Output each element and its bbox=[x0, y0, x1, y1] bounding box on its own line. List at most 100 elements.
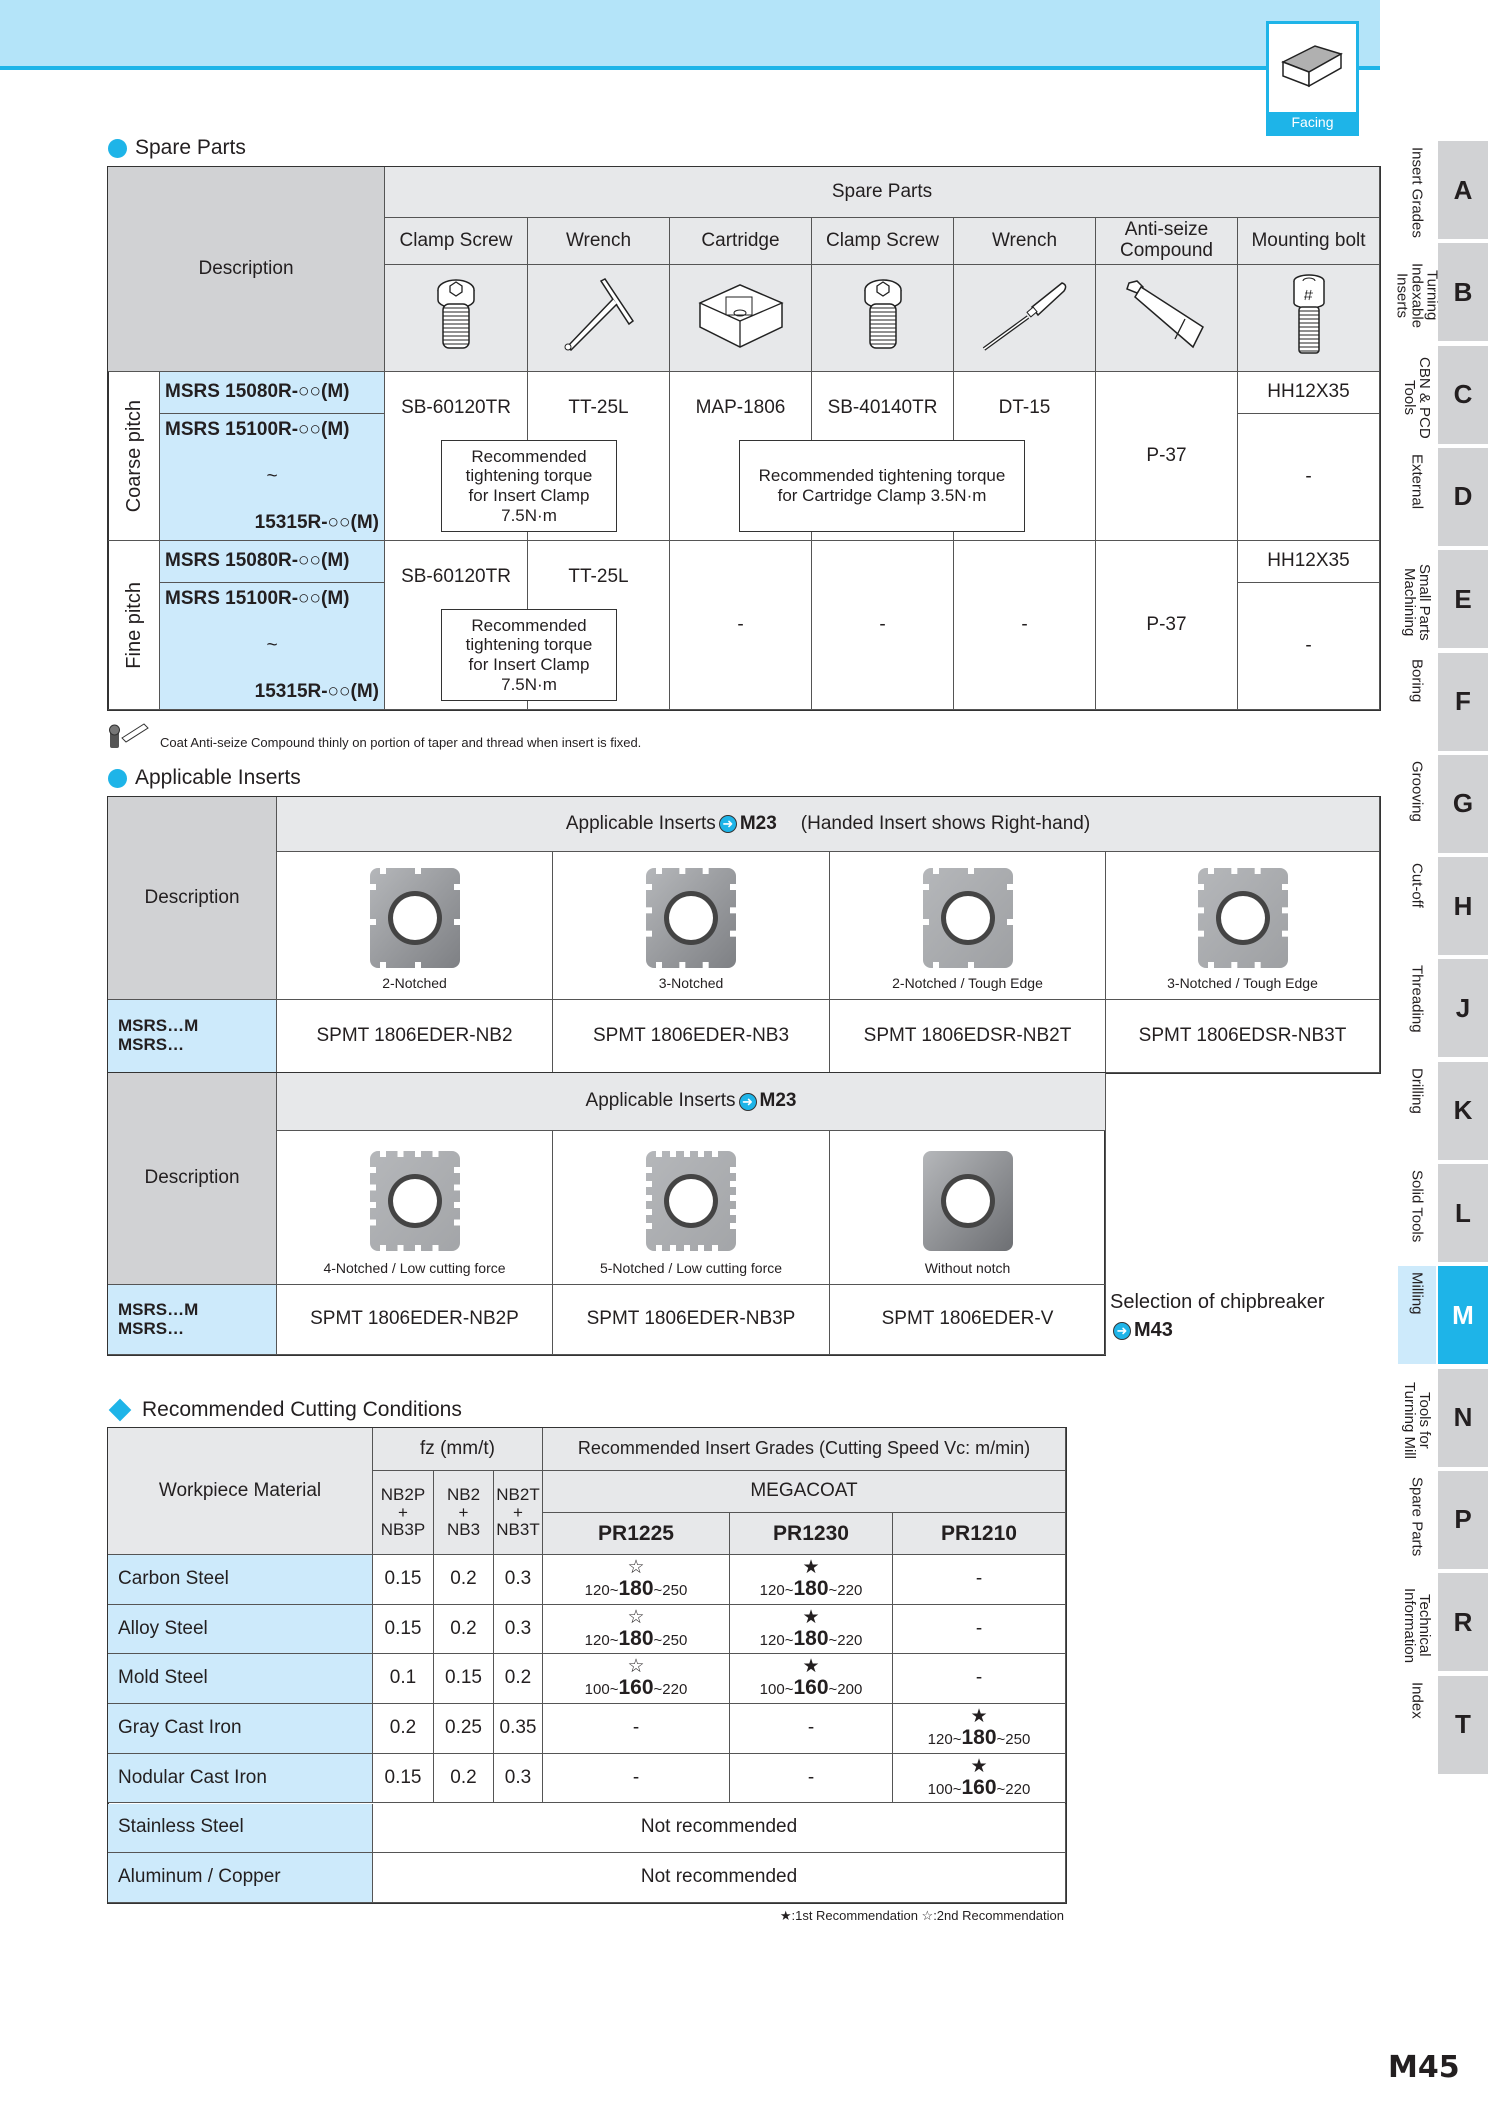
insert-image-cell: Without notch bbox=[830, 1131, 1106, 1285]
grade-value: - bbox=[730, 1753, 893, 1804]
coating-header: MEGACOAT bbox=[543, 1471, 1066, 1513]
holder-name: MSRS…M bbox=[118, 1016, 199, 1036]
fz-header-label: fz (mm/t) bbox=[420, 1437, 495, 1459]
star-outline-icon: ☆ bbox=[627, 1606, 645, 1628]
grade-header: PR1225 bbox=[543, 1513, 730, 1555]
grade-header: PR1210 bbox=[893, 1513, 1066, 1555]
insert-code-text: SPMT 1806EDSR-NB2T bbox=[863, 1024, 1072, 1046]
grade-value-text: - bbox=[632, 1716, 640, 1738]
side-tab-k[interactable]: Drilling K bbox=[1398, 1061, 1488, 1160]
insert-torque-note: Recommended tightening torque for Insert C… bbox=[441, 609, 617, 701]
fz-value-text: 0.15 bbox=[384, 1766, 422, 1788]
grade-name: PR1225 bbox=[598, 1521, 674, 1545]
compound-value: P-37 bbox=[1096, 372, 1238, 541]
material-name: Stainless Steel bbox=[118, 1816, 244, 1838]
side-tab-h[interactable]: Cut-off H bbox=[1398, 857, 1488, 956]
insert-code-text: SPMT 1806EDER-NB2 bbox=[316, 1024, 513, 1046]
side-tab-letter: C bbox=[1438, 345, 1488, 444]
side-tab-l[interactable]: Solid Tools L bbox=[1398, 1164, 1488, 1262]
cutting-speed: 120~180~250 bbox=[584, 1626, 688, 1650]
part-value: - bbox=[954, 541, 1096, 710]
insert-photo bbox=[367, 866, 462, 970]
screwdriver-icon bbox=[980, 277, 1070, 359]
material-row-label: Mold Steel bbox=[108, 1654, 373, 1705]
column-image bbox=[528, 265, 670, 372]
star-filled-icon: ★ bbox=[802, 1556, 820, 1578]
insert-caption: Without notch bbox=[924, 1259, 1011, 1276]
side-tab-g[interactable]: Grooving G bbox=[1398, 754, 1488, 853]
fz-value-text: 0.2 bbox=[450, 1766, 477, 1788]
side-tab-letter: E bbox=[1438, 550, 1488, 649]
material-name: Nodular Cast Iron bbox=[118, 1766, 267, 1788]
side-tab-letter: A bbox=[1438, 141, 1488, 239]
holder-name: MSRS…M bbox=[118, 1299, 199, 1319]
header-band bbox=[0, 0, 1380, 66]
part-code: DT-15 bbox=[998, 397, 1051, 418]
side-tab-f[interactable]: Boring F bbox=[1398, 652, 1488, 751]
material-row-label: Carbon Steel bbox=[108, 1555, 373, 1605]
side-tab-label: Technical Information bbox=[1401, 1587, 1433, 1663]
page-number: M45 bbox=[1388, 2050, 1460, 2085]
arrow-right-icon: ➜ bbox=[718, 815, 737, 833]
grade-value: ☆ 120~180~250 bbox=[543, 1555, 730, 1605]
fz-value-text: 0.15 bbox=[384, 1617, 422, 1639]
part-code: SB-60120TR bbox=[401, 397, 511, 418]
mounting-bolt-icon bbox=[1289, 273, 1329, 363]
column-header: Clamp Screw bbox=[385, 218, 528, 265]
side-tab-label: Turning Indexable Inserts bbox=[1393, 262, 1441, 328]
page-ref[interactable]: M23 bbox=[740, 813, 777, 835]
part-code: SB-60120TR bbox=[401, 566, 511, 587]
column-header-label: Anti-seize Compound bbox=[1120, 219, 1213, 261]
not-recommended-text: Not recommended bbox=[640, 1866, 798, 1888]
grade-value: - bbox=[543, 1753, 730, 1804]
side-tab-e[interactable]: Small Parts Machining E bbox=[1398, 550, 1488, 649]
torque-line: tightening torque bbox=[465, 635, 593, 655]
side-tab-p[interactable]: Spare Parts P bbox=[1398, 1470, 1488, 1569]
torque-line: for Insert Clamp bbox=[468, 655, 590, 674]
side-tab-label: Solid Tools bbox=[1408, 1170, 1426, 1243]
column-image bbox=[670, 265, 812, 372]
page-ref[interactable]: M43 bbox=[1134, 1319, 1173, 1341]
holder-name: MSRS… bbox=[118, 1318, 185, 1338]
grade-value-text: - bbox=[632, 1766, 640, 1788]
insert-code: SPMT 1806EDER-V bbox=[830, 1285, 1106, 1355]
star-outline-icon: ☆ bbox=[627, 1556, 645, 1578]
side-tab-c[interactable]: CBN & PCD Tools C bbox=[1398, 345, 1488, 444]
side-tab-b[interactable]: Turning Indexable Inserts B bbox=[1393, 243, 1488, 342]
side-tab-letter: K bbox=[1438, 1061, 1488, 1160]
side-tab-t[interactable]: Index T bbox=[1398, 1675, 1488, 1774]
material-header: Workpiece Material bbox=[108, 1428, 373, 1555]
grade-value: ★ 100~160~200 bbox=[730, 1654, 893, 1705]
column-image bbox=[1238, 265, 1380, 372]
side-tab-a[interactable]: Insert Grades A bbox=[1398, 141, 1488, 239]
fz-value-text: 0.15 bbox=[445, 1667, 482, 1689]
column-header: Anti-seize Compound bbox=[1096, 218, 1238, 265]
side-tab-label: Spare Parts bbox=[1408, 1476, 1426, 1557]
grade-value-text: - bbox=[975, 1567, 983, 1589]
grade-value: - bbox=[893, 1604, 1066, 1655]
side-tab-r[interactable]: Technical Information R bbox=[1398, 1573, 1488, 1672]
side-tab-d[interactable]: External D bbox=[1398, 447, 1488, 546]
side-tab-j[interactable]: Threading J bbox=[1398, 959, 1488, 1058]
fz-subheader-line: NB3T bbox=[496, 1520, 540, 1540]
column-header-label: Mounting bolt bbox=[1251, 229, 1366, 251]
side-tab-letter: L bbox=[1438, 1164, 1488, 1262]
material-row-label: Nodular Cast Iron bbox=[108, 1753, 373, 1804]
fz-value: 0.3 bbox=[494, 1604, 543, 1655]
not-recommended-cell: Not recommended bbox=[373, 1853, 1066, 1903]
fz-subheader-line: + bbox=[458, 1502, 469, 1522]
side-tab-label: Drilling bbox=[1408, 1067, 1426, 1114]
page-ref[interactable]: M23 bbox=[760, 1090, 797, 1112]
side-tab-n[interactable]: Tools for Turning Mill N bbox=[1398, 1368, 1488, 1467]
spare-parts-title: Spare Parts bbox=[135, 136, 246, 159]
fz-subheader-line: NB2T bbox=[496, 1484, 540, 1504]
grade-value: ★ 120~180~220 bbox=[730, 1555, 893, 1605]
model-range: MSRS 15100R-○○(M) ~15315R-○○(M) bbox=[160, 414, 385, 541]
side-tab-letter: H bbox=[1438, 857, 1488, 956]
description-header: Description bbox=[108, 797, 277, 1000]
grade-value: ☆ 100~160~220 bbox=[543, 1654, 730, 1705]
spare-parts-group-header: Spare Parts bbox=[385, 167, 1380, 218]
grade-value: - bbox=[893, 1555, 1066, 1605]
side-tab-m[interactable]: Milling M bbox=[1398, 1266, 1488, 1365]
grades-header-label: Recommended Insert Grades (Cutting Speed… bbox=[577, 1438, 1031, 1459]
